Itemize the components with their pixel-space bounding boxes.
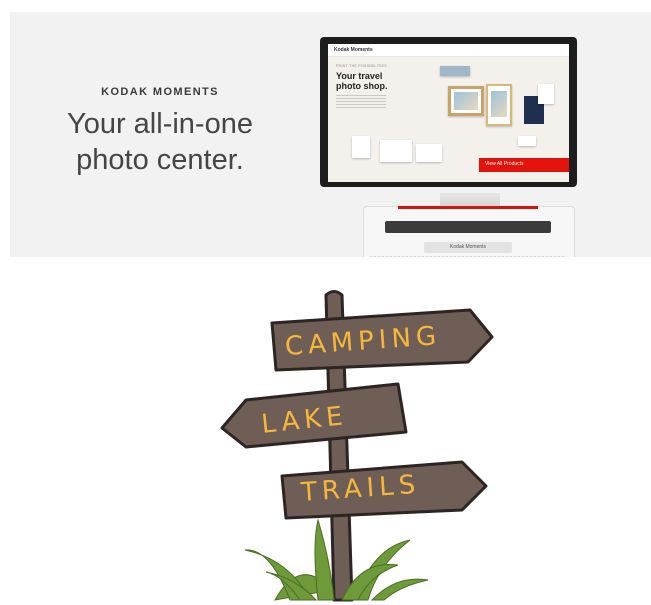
signpost-illustration	[220, 290, 494, 602]
